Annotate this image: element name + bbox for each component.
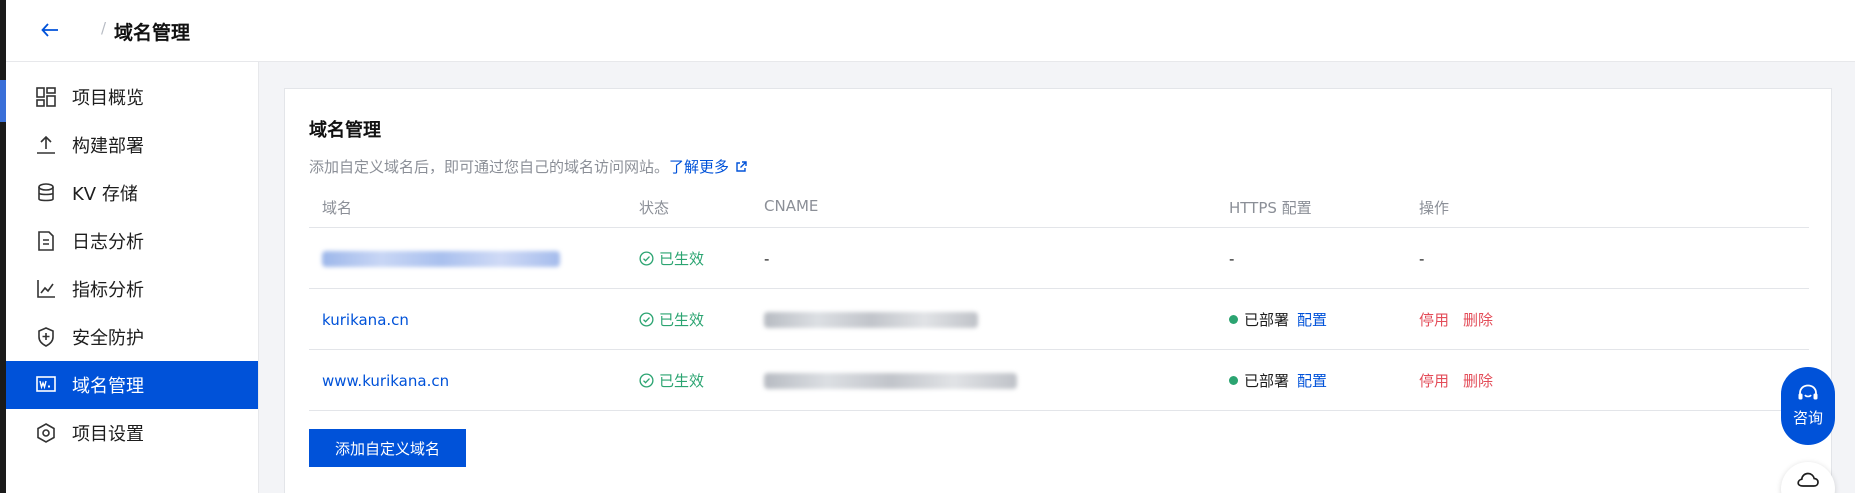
ops-cell: 停用 删除: [1419, 289, 1507, 350]
domain-cell: kurikana.cn: [322, 289, 409, 350]
ops-cell: 停用 删除: [1419, 350, 1507, 411]
upload-icon: [34, 133, 58, 157]
disable-button[interactable]: 停用: [1419, 370, 1449, 391]
blurred-domain: [322, 250, 560, 267]
domain-management-card: 域名管理 添加自定义域名后，即可通过您自己的域名访问网站。 了解更多 域名 状态 …: [284, 88, 1832, 493]
top-bar: / 域名管理: [6, 0, 1855, 62]
sidebar-item-log-analysis[interactable]: 日志分析: [6, 217, 258, 265]
https-cell: 已部署 配置: [1229, 289, 1327, 350]
https-status: 已部署: [1244, 372, 1290, 390]
sidebar: 项目概览 构建部署 KV 存储 日志分析 指标分析 安全防护 域名管理 项目设置: [6, 62, 259, 493]
description-text: 添加自定义域名后，即可通过您自己的域名访问网站。: [309, 158, 670, 176]
learn-more-link[interactable]: 了解更多: [669, 156, 747, 177]
learn-more-label: 了解更多: [669, 158, 730, 176]
domain-link[interactable]: www.kurikana.cn: [322, 372, 449, 390]
blurred-cname: [764, 372, 1017, 389]
add-custom-domain-button[interactable]: 添加自定义域名: [309, 429, 466, 467]
domains-table: 域名 状态 CNAME HTTPS 配置 操作 已生效 - - - kurika…: [309, 186, 1809, 411]
sidebar-item-label: 域名管理: [72, 376, 144, 397]
page-title: 域名管理: [114, 22, 191, 44]
sidebar-item-metrics[interactable]: 指标分析: [6, 265, 258, 313]
database-icon: [34, 181, 58, 205]
line-chart-icon: [34, 277, 58, 301]
sidebar-item-kv-storage[interactable]: KV 存储: [6, 169, 258, 217]
https-cell: -: [1229, 249, 1235, 268]
status-cell: 已生效: [639, 350, 704, 411]
https-cell: 已部署 配置: [1229, 350, 1327, 411]
domain-icon: [34, 373, 58, 397]
disable-button[interactable]: 停用: [1419, 309, 1449, 330]
status-cell: 已生效: [639, 289, 704, 350]
consult-button[interactable]: 咨询: [1781, 367, 1835, 445]
sidebar-item-build-deploy[interactable]: 构建部署: [6, 121, 258, 169]
sidebar-item-overview[interactable]: 项目概览: [6, 73, 258, 121]
delete-button[interactable]: 删除: [1463, 309, 1493, 330]
table-header: 域名 状态 CNAME HTTPS 配置 操作: [309, 186, 1809, 228]
deployed-dot-icon: [1229, 376, 1238, 385]
table-row: 已生效 - - -: [309, 228, 1809, 289]
status-badge: 已生效: [639, 248, 704, 269]
check-circle-icon: [639, 251, 654, 266]
domain-cell: [322, 228, 560, 289]
external-link-icon: [736, 160, 747, 172]
column-header-cname: CNAME: [764, 197, 819, 215]
sidebar-item-settings[interactable]: 项目设置: [6, 409, 258, 457]
sidebar-item-label: KV 存储: [72, 184, 138, 205]
table-row: www.kurikana.cn 已生效 已部署 配置 停用 删除: [309, 350, 1809, 411]
configure-link[interactable]: 配置: [1297, 309, 1327, 330]
log-icon: [34, 229, 58, 253]
https-status: 已部署: [1244, 311, 1290, 329]
column-header-https: HTTPS 配置: [1229, 199, 1312, 217]
configure-link[interactable]: 配置: [1297, 370, 1327, 391]
status-text: 已生效: [659, 372, 705, 390]
sidebar-item-label: 项目概览: [72, 88, 144, 109]
check-circle-icon: [639, 312, 654, 327]
arrow-left-icon: [41, 23, 58, 37]
headset-icon: [1798, 384, 1818, 400]
status-badge: 已生效: [639, 370, 704, 391]
status-badge: 已生效: [639, 309, 704, 330]
column-header-domain: 域名: [322, 199, 353, 217]
sidebar-item-label: 安全防护: [72, 328, 144, 349]
card-title: 域名管理: [309, 120, 381, 141]
status-cell: 已生效: [639, 228, 704, 289]
ops-cell: -: [1419, 249, 1425, 268]
delete-button[interactable]: 删除: [1463, 370, 1493, 391]
cname-cell: [764, 350, 1017, 411]
table-row: kurikana.cn 已生效 已部署 配置 停用 删除: [309, 289, 1809, 350]
shield-icon: [34, 325, 58, 349]
sidebar-item-label: 项目设置: [72, 424, 144, 445]
cname-cell: [764, 289, 978, 350]
domain-cell: www.kurikana.cn: [322, 350, 449, 411]
breadcrumb-separator: /: [101, 19, 107, 37]
status-text: 已生效: [659, 311, 705, 329]
sidebar-item-label: 日志分析: [72, 232, 144, 253]
check-circle-icon: [639, 373, 654, 388]
status-text: 已生效: [659, 250, 705, 268]
card-description: 添加自定义域名后，即可通过您自己的域名访问网站。 了解更多: [309, 156, 747, 177]
domain-link[interactable]: kurikana.cn: [322, 311, 409, 329]
cloud-icon: [1797, 472, 1819, 487]
sidebar-item-label: 构建部署: [72, 136, 144, 157]
column-header-status: 状态: [639, 199, 670, 217]
column-header-ops: 操作: [1419, 199, 1450, 217]
sidebar-item-label: 指标分析: [72, 280, 144, 301]
sidebar-item-security[interactable]: 安全防护: [6, 313, 258, 361]
sidebar-nav: 项目概览 构建部署 KV 存储 日志分析 指标分析 安全防护 域名管理 项目设置: [6, 62, 258, 457]
settings-icon: [34, 421, 58, 445]
sidebar-item-domains[interactable]: 域名管理: [6, 361, 258, 409]
consult-label: 咨询: [1792, 409, 1823, 427]
deployed-dot-icon: [1229, 315, 1238, 324]
blurred-cname: [764, 311, 978, 328]
back-button[interactable]: [36, 16, 64, 44]
dashboard-icon: [34, 85, 58, 109]
cname-cell: -: [764, 249, 770, 268]
